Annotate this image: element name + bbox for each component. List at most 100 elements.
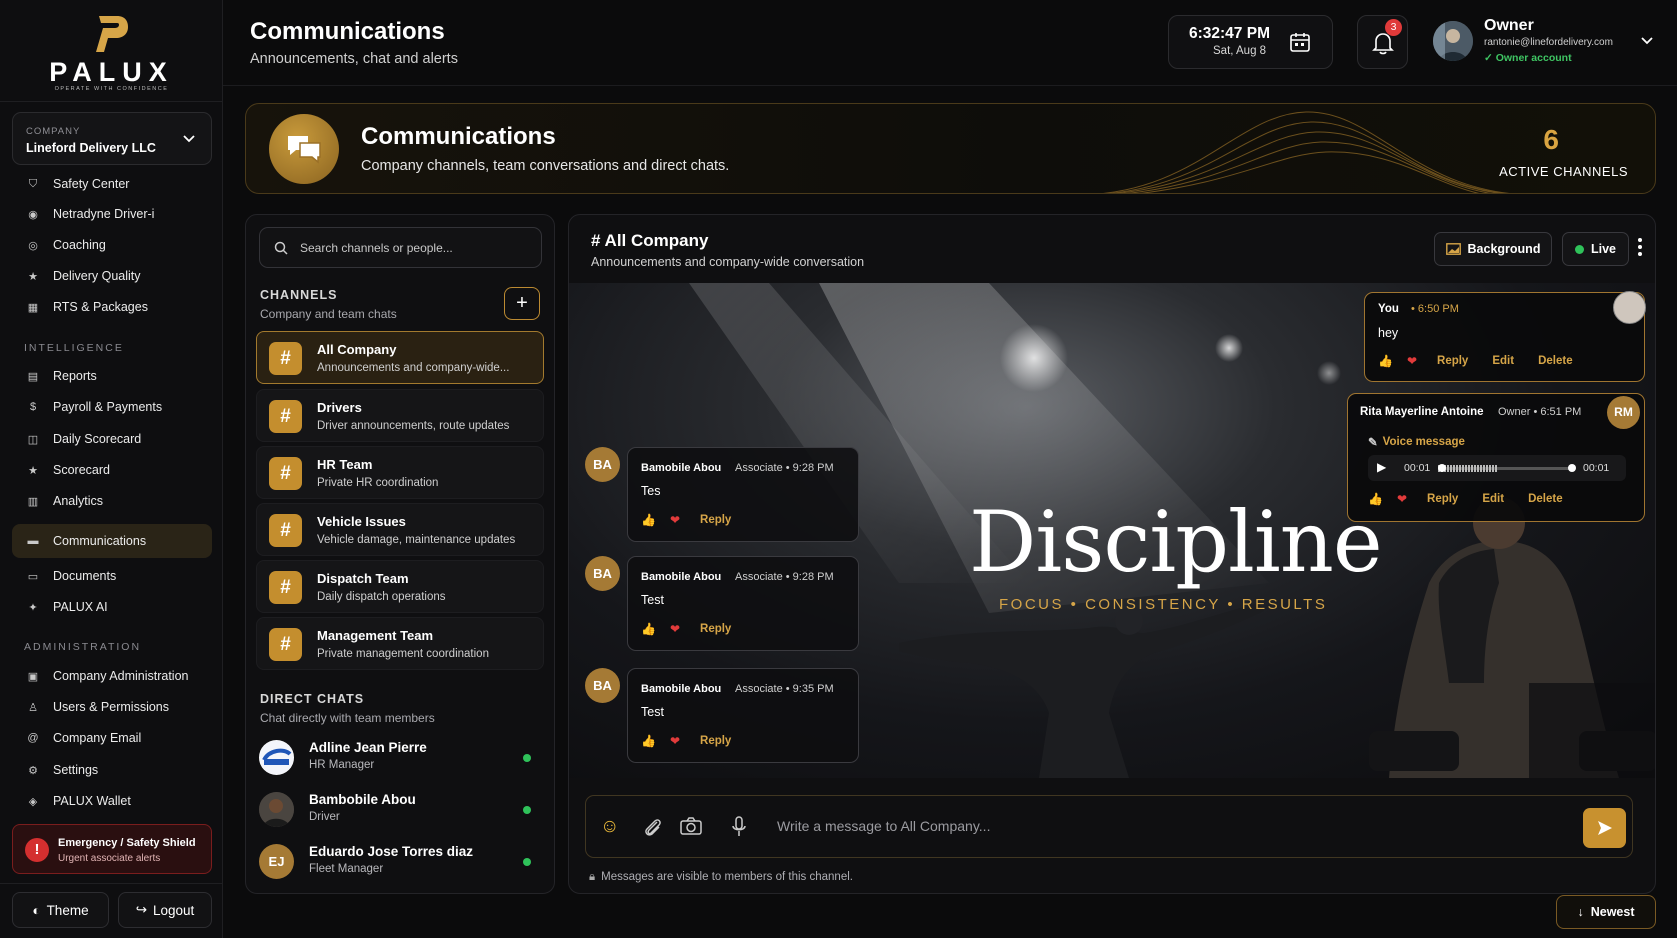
nav-company-admin[interactable]: ▣ Company Administration [12,662,212,690]
nav-coaching[interactable]: ◎ Coaching [12,231,212,259]
nav-communications[interactable]: ▬ Communications [12,524,212,558]
logout-label: Logout [153,902,195,918]
nav-analytics[interactable]: ▥ Analytics [12,487,212,515]
online-status-dot [523,858,531,866]
channel-item-all-company[interactable]: # All Company Announcements and company-wi… [256,331,544,384]
palux-logo-mark [96,16,128,52]
channels-heading: CHANNELS [260,288,338,302]
newest-button[interactable]: ↓ Newest [1556,895,1656,929]
nav-palux-ai[interactable]: ✦ PALUX AI [12,593,212,621]
reply-button[interactable]: Reply [1437,355,1468,367]
page-title: Communications [250,18,445,45]
notifications-button[interactable]: 3 [1357,15,1408,69]
nav-label: Daily Scorecard [53,432,142,446]
active-channels-count: 6 [1543,124,1559,155]
plus-icon: + [516,292,528,314]
channel-item-drivers[interactable]: # Drivers Driver announcements, route upda… [256,389,544,442]
heart-icon[interactable]: ❤ [670,513,680,527]
reply-button[interactable]: Reply [700,623,731,635]
add-channel-button[interactable]: + [504,287,540,320]
message-meta: Associate • 9:28 PM [735,462,834,474]
nav-delivery-quality[interactable]: ★ Delivery Quality [12,262,212,290]
heart-icon[interactable]: ❤ [670,622,680,636]
delete-button[interactable]: Delete [1528,493,1563,505]
avatar[interactable] [1433,21,1473,61]
channel-item-dispatch-team[interactable]: # Dispatch Team Daily dispatch operations [256,560,544,613]
channel-item-vehicle-issues[interactable]: # Vehicle Issues Vehicle damage, maintenan… [256,503,544,556]
direct-chat-item[interactable]: Adline Jean Pierre HR Manager [259,736,539,782]
emoji-icon[interactable]: ☺ [600,816,619,838]
nav-rts-packages[interactable]: ▦ RTS & Packages [12,293,212,321]
logo-area[interactable]: PALUX OPERATE WITH CONFIDENCE [0,0,223,102]
voice-message-card: Rita Mayerline Antoine Owner • 6:51 PM R… [1347,393,1645,522]
reply-button[interactable]: Reply [700,514,731,526]
microphone-icon[interactable] [731,816,747,838]
nav-label: Safety Center [53,177,130,191]
nav-company-email[interactable]: @ Company Email [12,724,212,752]
avatar: EJ [259,844,294,879]
thumbs-up-icon[interactable]: 👍 [1368,492,1383,506]
message-meta: Associate • 9:35 PM [735,683,834,695]
edit-button[interactable]: Edit [1482,493,1504,505]
send-button[interactable] [1583,808,1626,848]
chevron-down-icon[interactable] [1641,37,1653,45]
emergency-safety-shield[interactable]: ! Emergency / Safety Shield Urgent assoc… [12,824,212,874]
document-icon: ▭ [27,570,39,583]
calendar-icon[interactable] [1289,31,1311,53]
channel-item-management-team[interactable]: # Management Team Private management coord… [256,617,544,670]
nav-palux-wallet[interactable]: ◈ PALUX Wallet [12,787,212,815]
reply-button[interactable]: Reply [700,735,731,747]
nav-reports[interactable]: ▤ Reports [12,362,212,390]
nav-scorecard[interactable]: ★ Scorecard [12,456,212,484]
message-text: Test [641,593,664,607]
heart-icon[interactable]: ❤ [1397,492,1407,506]
brand-name: PALUX [49,57,174,87]
avatar-photo-icon [1433,21,1473,61]
nav-netradyne[interactable]: ◉ Netradyne Driver-i [12,200,212,228]
administration-heading: ADMINISTRATION [24,641,142,653]
channel-item-hr-team[interactable]: # HR Team Private HR coordination [256,446,544,499]
contact-name: Bambobile Abou [309,792,416,807]
nav-documents[interactable]: ▭ Documents [12,562,212,590]
background-label: Background [1467,242,1541,256]
direct-chat-item[interactable]: EJ Eduardo Jose Torres diaz Fleet Manage… [259,840,539,886]
arrow-down-icon: ↓ [1577,905,1584,919]
audio-progress-bar[interactable] [1438,464,1576,472]
nav-settings[interactable]: ⚙ Settings [12,756,212,784]
logout-button[interactable]: ↪ Logout [118,892,212,928]
nav-label: Users & Permissions [53,700,169,714]
nav-safety-center[interactable]: ⛉ Safety Center [12,170,212,198]
message-composer[interactable]: ☺ Write a message to All Company... [585,795,1633,858]
theme-button[interactable]: ◐ Theme [12,892,109,928]
live-button[interactable]: Live [1562,232,1629,266]
thumbs-up-icon[interactable]: 👍 [641,622,656,636]
thumbs-up-icon[interactable]: 👍 [641,734,656,748]
reply-button[interactable]: Reply [1427,493,1458,505]
background-button[interactable]: Background [1434,232,1552,266]
nav-users-permissions[interactable]: ♙ Users & Permissions [12,693,212,721]
nav-payroll[interactable]: $ Payroll & Payments [12,393,212,421]
nav-daily-scorecard[interactable]: ◫ Daily Scorecard [12,425,212,453]
company-selector[interactable]: COMPANY Lineford Delivery LLC [12,112,212,165]
audio-playhead[interactable] [1438,464,1446,472]
target-icon: ◎ [28,239,38,252]
channel-name: Vehicle Issues [317,514,406,529]
search-input[interactable]: Search channels or people... [259,227,542,268]
camera-icon[interactable] [680,816,702,836]
play-icon[interactable]: ▶ [1377,460,1386,474]
avatar [1613,291,1646,324]
channel-desc: Daily dispatch operations [317,591,446,603]
more-options-icon[interactable] [1637,237,1643,257]
message-card: Bamobile Abou Associate • 9:28 PM Test 👍… [627,556,859,651]
heart-icon[interactable]: ❤ [670,734,680,748]
thumbs-up-icon[interactable]: 👍 [1378,354,1393,368]
channel-name: HR Team [317,457,373,472]
paperclip-icon[interactable] [643,816,663,838]
delete-button[interactable]: Delete [1538,355,1573,367]
edit-button[interactable]: Edit [1492,355,1514,367]
thumbs-up-icon[interactable]: 👍 [641,513,656,527]
direct-chat-item[interactable]: Bambobile Abou Driver [259,788,539,834]
direct-chats-heading: DIRECT CHATS [260,692,365,706]
avatar: BA [585,447,620,482]
heart-icon[interactable]: ❤ [1407,354,1417,368]
